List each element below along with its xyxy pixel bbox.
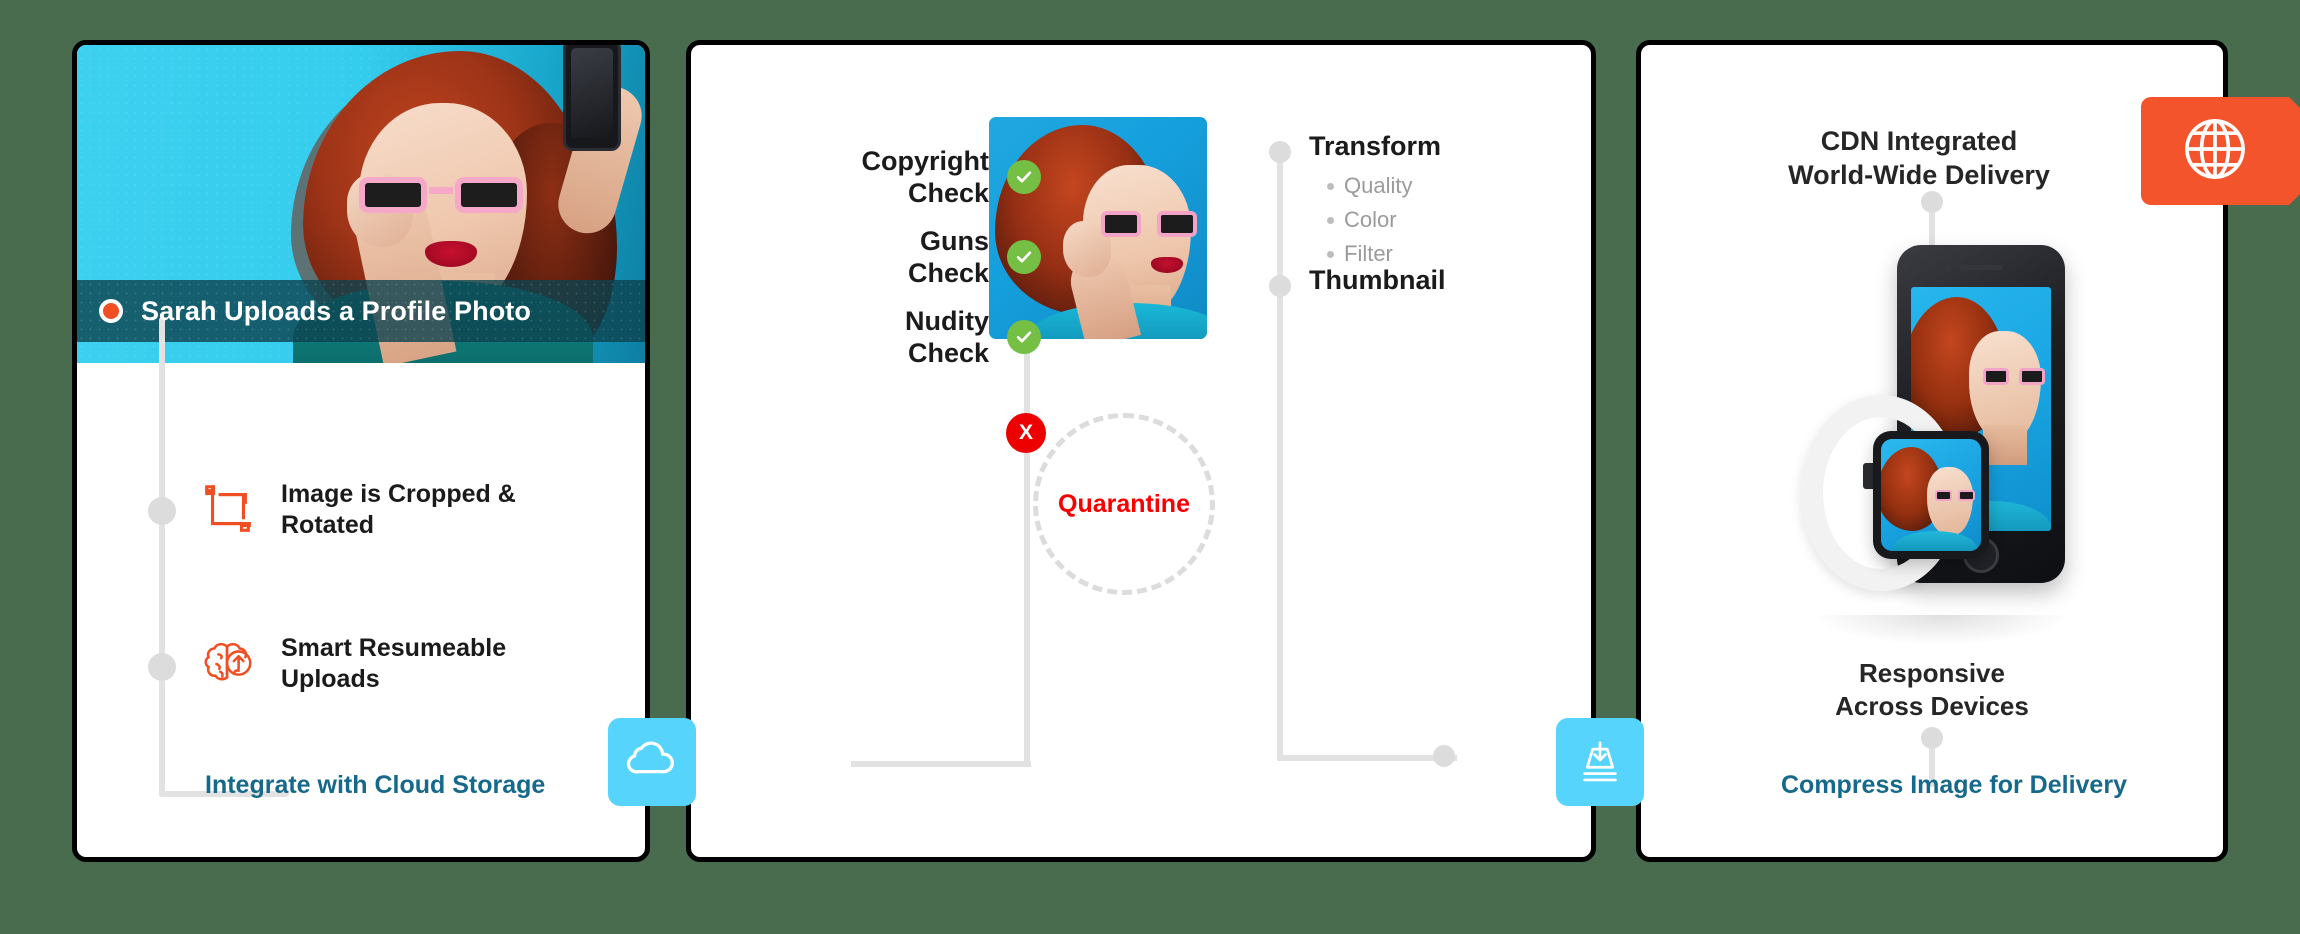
transform-option-label: Quality — [1344, 173, 1413, 198]
list-item-label: Smart Resumeable Uploads — [281, 634, 507, 693]
quarantine-circle: Quarantine — [1033, 413, 1215, 595]
left-timeline-node-1 — [148, 497, 176, 525]
list-item[interactable]: Color — [1327, 207, 1397, 233]
devices-reflection — [1811, 615, 2071, 645]
check-label: Copyright Check — [861, 146, 990, 209]
bullet-icon — [1327, 216, 1334, 224]
panel-moderation: Copyright Check Guns Check Nudity Check … — [686, 40, 1596, 862]
x-circle-icon: X — [1006, 413, 1046, 453]
record-dot-icon — [99, 299, 123, 323]
responsive-devices-illustration — [1801, 245, 2091, 645]
list-item-label: Image is Cropped & Rotated — [281, 480, 516, 539]
phone-photo-lens-right — [2019, 368, 2045, 385]
list-item[interactable]: Quality — [1327, 173, 1412, 199]
bullet-icon — [1327, 250, 1334, 258]
transform-title: Transform — [1309, 131, 1442, 161]
panel-delivery-clip: CDN Integrated World-Wide Delivery Respo… — [1641, 45, 2223, 857]
phone-photo-lens-left — [1983, 368, 2009, 385]
list-item[interactable]: Filter — [1327, 241, 1393, 267]
list-item[interactable]: Smart Resumeable Uploads — [199, 633, 506, 694]
check-circle-icon — [1007, 320, 1041, 355]
device-smartwatch — [1873, 431, 1989, 559]
transform-end-node — [1433, 745, 1455, 767]
photo-sunglasses — [359, 173, 523, 217]
left-timeline-line — [159, 317, 165, 797]
preview-lens-right — [1157, 211, 1197, 237]
panel-delivery: CDN Integrated World-Wide Delivery Respo… — [1636, 40, 2300, 862]
transform-timeline-elbow — [1277, 755, 1457, 761]
list-item[interactable]: Image is Cropped & Rotated — [199, 479, 516, 540]
responsive-label: Responsive Across Devices — [1835, 658, 2029, 721]
globe-icon — [2176, 110, 2254, 193]
photo-lens-right — [455, 177, 523, 213]
watch-photo-lens-left — [1935, 490, 1952, 501]
photo-smartphone — [563, 45, 621, 151]
check-timeline-elbow-horizontal — [851, 761, 1031, 767]
preview-sunglasses — [1101, 209, 1197, 241]
watch-photo-lens-right — [1958, 490, 1975, 501]
phone-photo-neck — [1983, 425, 2027, 465]
thumbnail-title: Thumbnail — [1309, 265, 1446, 295]
infographic-stage: Sarah Uploads a Profile Photo Image is C… — [0, 0, 2300, 934]
panel-upload-clip: Sarah Uploads a Profile Photo Image is C… — [77, 45, 645, 857]
photo-lens-left — [359, 177, 427, 213]
phone-photo-sunglasses — [1983, 367, 2045, 387]
watch-photo-shirt — [1893, 531, 1977, 551]
check-label: Guns Check — [907, 226, 989, 289]
check-label: Nudity Check — [905, 306, 989, 369]
quarantine-label: Quarantine — [1058, 489, 1190, 518]
cloud-storage-label[interactable]: Integrate with Cloud Storage — [205, 771, 545, 800]
cdn-node — [1921, 191, 1943, 213]
delivery-node — [1921, 727, 1943, 749]
left-timeline-node-2 — [148, 653, 176, 681]
compress-delivery-label[interactable]: Compress Image for Delivery — [1781, 771, 2127, 800]
cdn-globe-badge[interactable] — [2141, 97, 2300, 205]
check-timeline-elbow-vertical — [1024, 437, 1030, 767]
brain-upload-icon — [199, 635, 257, 693]
transform-option-label: Color — [1344, 207, 1397, 232]
phone-camera-icon — [1945, 265, 1951, 271]
watch-photo-sunglasses — [1935, 489, 1975, 502]
cdn-title: CDN Integrated World-Wide Delivery — [1788, 126, 2050, 190]
panel-upload: Sarah Uploads a Profile Photo Image is C… — [72, 40, 650, 862]
preview-lens-left — [1101, 211, 1141, 237]
cloud-storage-badge[interactable] — [608, 718, 696, 806]
bullet-icon — [1327, 182, 1334, 190]
upload-caption-label: Sarah Uploads a Profile Photo — [141, 295, 531, 326]
compress-delivery-badge[interactable] — [1556, 718, 1644, 806]
watch-screen — [1881, 439, 1981, 551]
profile-photo-preview — [989, 117, 1207, 339]
cloud-icon — [621, 729, 683, 796]
phone-speaker — [1959, 265, 2003, 270]
photo-glasses-bridge — [429, 187, 453, 194]
thumbnail-node — [1269, 275, 1291, 297]
transform-option-label: Filter — [1344, 241, 1393, 266]
compress-download-icon — [1571, 731, 1629, 794]
transform-node — [1269, 141, 1291, 163]
transform-timeline-line — [1277, 149, 1283, 761]
panel-moderation-clip: Copyright Check Guns Check Nudity Check … — [691, 45, 1591, 857]
crop-rotate-icon — [199, 481, 257, 539]
